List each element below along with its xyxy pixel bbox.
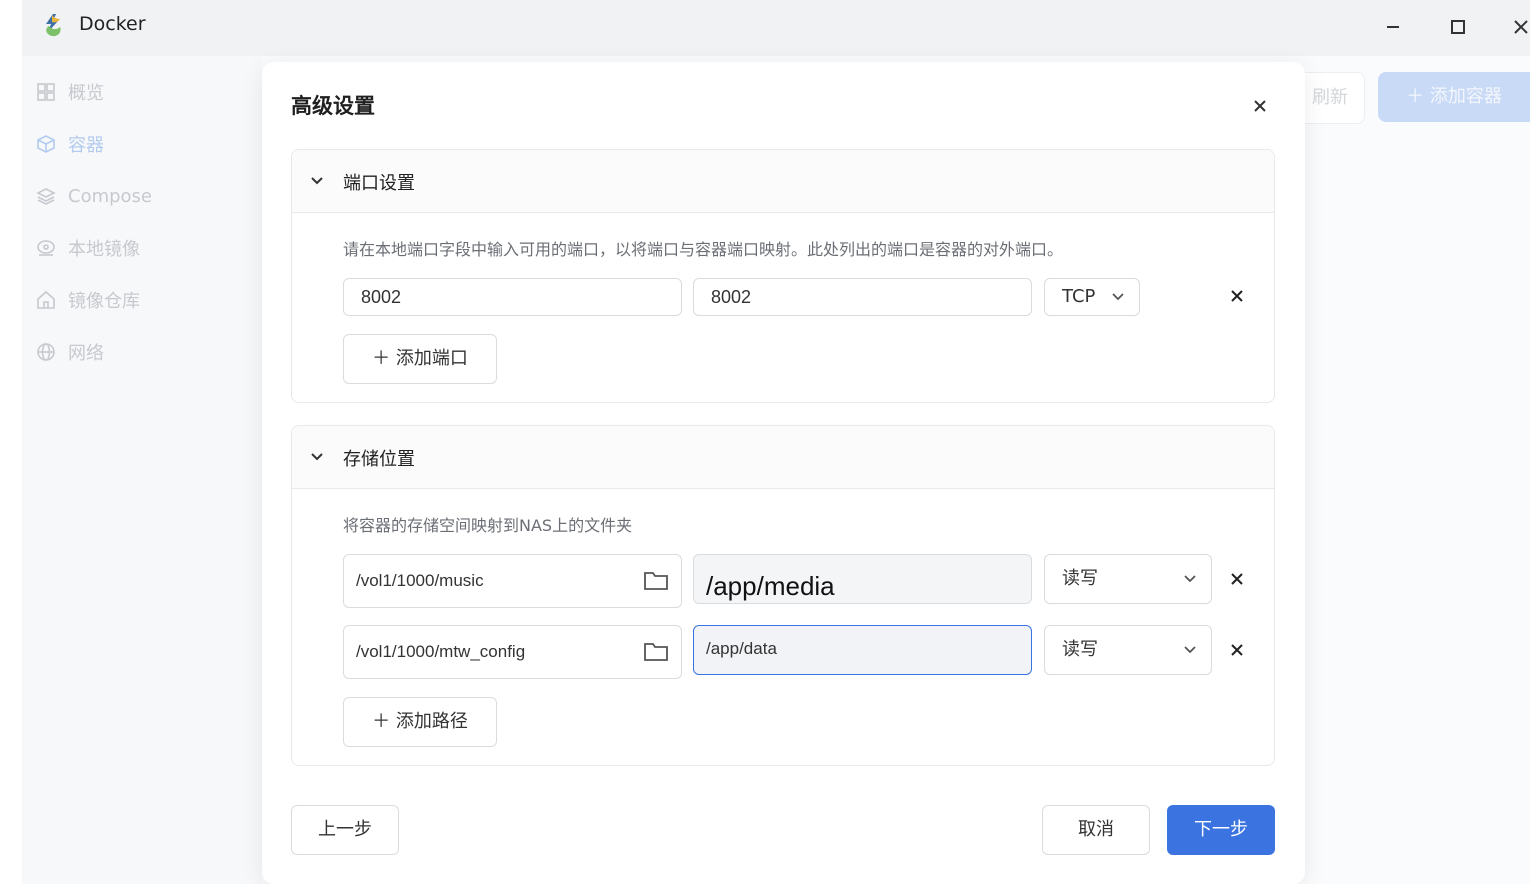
sidebar-item-label: 容器 — [68, 135, 104, 156]
minimize-icon — [1387, 26, 1399, 28]
sidebar-item-containers[interactable]: 容器 — [22, 124, 262, 164]
mount-mode-value: 读写 — [1062, 639, 1098, 660]
add-port-button[interactable]: ＋ 添加端口 — [343, 334, 497, 384]
chevron-down-icon — [1184, 575, 1196, 583]
add-path-button[interactable]: ＋ 添加路径 — [343, 697, 497, 747]
layers-icon — [36, 188, 56, 205]
sidebar-item-network[interactable]: 网络 — [22, 332, 262, 372]
local-port-input[interactable]: 8002 — [343, 278, 682, 316]
port-settings-description: 请在本地端口字段中输入可用的端口，以将端口与容器端口映射。此处列出的端口是容器的… — [343, 240, 1064, 259]
disc-icon — [37, 240, 55, 256]
cancel-button[interactable]: 取消 — [1042, 805, 1150, 855]
docker-logo-icon — [46, 14, 61, 37]
sidebar-item-local-images[interactable]: 本地镜像 — [22, 228, 262, 268]
mount-mode-select[interactable]: 读写 — [1044, 625, 1212, 675]
close-icon — [1231, 573, 1243, 585]
storage-settings-header[interactable]: 存储位置 — [292, 426, 1274, 489]
grid-icon — [37, 83, 55, 101]
sidebar-item-overview[interactable]: 概览 — [22, 72, 262, 112]
home-icon — [37, 290, 55, 309]
dialog-title: 高级设置 — [291, 94, 375, 118]
container-path-input[interactable]: /app/data — [693, 625, 1032, 675]
remove-port-button[interactable] — [1227, 287, 1247, 307]
mount-mode-value: 读写 — [1062, 568, 1098, 589]
port-settings-title: 端口设置 — [343, 173, 415, 194]
container-path-input[interactable]: /app/media — [693, 554, 1032, 604]
sidebar-item-label: 镜像仓库 — [68, 291, 140, 312]
folder-icon[interactable] — [643, 640, 669, 662]
sidebar-item-label: Compose — [68, 185, 153, 207]
close-icon — [1231, 290, 1243, 302]
remove-path-button[interactable] — [1227, 570, 1247, 590]
mount-mode-select[interactable]: 读写 — [1044, 554, 1212, 604]
maximize-button[interactable] — [1445, 14, 1471, 40]
folder-icon[interactable] — [643, 569, 669, 591]
host-path-value: /vol1/1000/mtw_config — [356, 642, 526, 661]
sidebar: 概览 容器 Compose 本地镜像 镜像仓库 网络 — [22, 56, 262, 884]
protocol-select-value: TCP — [1062, 286, 1096, 307]
port-settings-header[interactable]: 端口设置 — [292, 150, 1274, 213]
chevron-down-icon — [311, 177, 323, 185]
next-step-button[interactable]: 下一步 — [1167, 805, 1275, 855]
sidebar-item-compose[interactable]: Compose — [22, 176, 262, 216]
close-icon — [1514, 20, 1528, 34]
storage-settings-description: 将容器的存储空间映射到NAS上的文件夹 — [343, 516, 633, 535]
close-icon — [1231, 644, 1243, 656]
minimize-button[interactable] — [1380, 14, 1406, 40]
maximize-icon — [1451, 20, 1465, 34]
refresh-button[interactable]: 刷新 — [1296, 72, 1365, 124]
sidebar-item-label: 概览 — [68, 83, 104, 104]
host-path-input[interactable]: /vol1/1000/music — [343, 554, 682, 608]
dialog-close-button[interactable] — [1248, 94, 1272, 118]
storage-settings-panel: 存储位置 将容器的存储空间映射到NAS上的文件夹 /vol1/1000/musi… — [291, 425, 1275, 766]
globe-icon — [37, 343, 55, 361]
add-container-button[interactable]: ＋ 添加容器 — [1378, 72, 1530, 122]
host-path-value: /vol1/1000/music — [356, 571, 484, 590]
protocol-select[interactable]: TCP — [1044, 278, 1140, 316]
host-path-input[interactable]: /vol1/1000/mtw_config — [343, 625, 682, 679]
close-icon — [1254, 100, 1266, 112]
cube-icon — [37, 135, 55, 153]
remove-path-button[interactable] — [1227, 641, 1247, 661]
sidebar-item-label: 网络 — [68, 343, 104, 364]
title-bar: Docker — [22, 0, 1530, 56]
sidebar-item-registry[interactable]: 镜像仓库 — [22, 280, 262, 320]
window-close-button[interactable] — [1508, 14, 1530, 40]
chevron-down-icon — [311, 453, 323, 461]
prev-step-button[interactable]: 上一步 — [291, 805, 399, 855]
advanced-settings-dialog: 高级设置 端口设置 请在本地端口字段中输入可用的端口，以将端口与容器端口映射。此… — [262, 62, 1305, 884]
chevron-down-icon — [1184, 646, 1196, 654]
storage-settings-title: 存储位置 — [343, 449, 415, 470]
container-port-input[interactable]: 8002 — [693, 278, 1032, 316]
sidebar-item-label: 本地镜像 — [68, 239, 140, 260]
app-title: Docker — [79, 13, 146, 35]
port-settings-panel: 端口设置 请在本地端口字段中输入可用的端口，以将端口与容器端口映射。此处列出的端… — [291, 149, 1275, 403]
chevron-down-icon — [1112, 293, 1124, 301]
